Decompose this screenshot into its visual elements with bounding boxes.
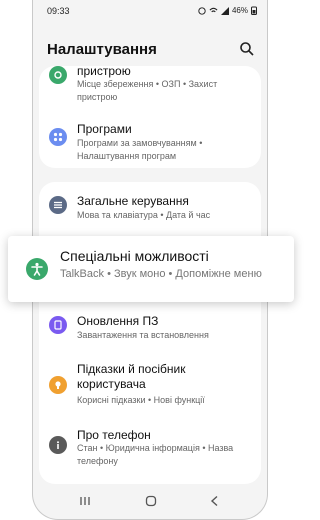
- tips-label: Підказки й посібник користувача: [77, 362, 186, 391]
- search-icon[interactable]: [239, 41, 255, 57]
- accessibility-item[interactable]: Спеціальні можливості TalkBack • Звук мо…: [8, 236, 294, 302]
- tips-item[interactable]: Підказки й посібник користувача Корисні …: [39, 362, 261, 416]
- page-title: Налаштування: [47, 41, 157, 58]
- update-label: Оновлення ПЗ: [77, 314, 159, 328]
- page-header: Налаштування: [47, 41, 255, 61]
- battery-icon: [251, 6, 257, 15]
- status-bar: 09:33 46%: [33, 0, 267, 22]
- device-care-sub: Місце збереження • ОЗП • Захист пристрою: [77, 79, 218, 102]
- navigation-bar: [33, 489, 267, 519]
- about-item[interactable]: Про телефон Стан • Юридична інформація •…: [39, 422, 261, 478]
- apps-icon: [49, 128, 67, 146]
- apps-item[interactable]: Програми Програми за замовчуванням • Нал…: [39, 118, 261, 166]
- alarm-icon: [198, 6, 206, 15]
- apps-label: Програми: [77, 122, 132, 136]
- back-icon[interactable]: [209, 495, 221, 507]
- home-icon[interactable]: [145, 495, 157, 507]
- apps-sub: Програми за замовчуванням • Налаштування…: [77, 138, 203, 161]
- recent-apps-icon[interactable]: [79, 495, 91, 507]
- status-time: 09:33: [47, 6, 70, 16]
- device-care-item[interactable]: пристрою Місце збереження • ОЗП • Захист…: [39, 64, 261, 110]
- device-care-label: пристрою: [77, 64, 131, 78]
- accessibility-icon: [26, 258, 48, 280]
- info-icon: [49, 436, 67, 454]
- general-sub: Мова та клавіатура • Дата й час: [77, 210, 211, 220]
- lightbulb-icon: [49, 376, 67, 394]
- tips-sub: Корисні підказки • Нові функції: [77, 395, 205, 405]
- battery-percent: 46%: [231, 6, 248, 15]
- status-icons: 46%: [198, 6, 257, 15]
- update-icon: [49, 316, 67, 334]
- sliders-icon: [49, 196, 67, 214]
- device-care-icon: [49, 66, 67, 84]
- general-item[interactable]: Загальне керування Мова та клавіатура • …: [39, 182, 261, 230]
- accessibility-sub: TalkBack • Звук моно • Допоміжне меню: [60, 268, 262, 280]
- settings-card-1: пристрою Місце збереження • ОЗП • Захист…: [39, 64, 261, 168]
- general-label: Загальне керування: [77, 194, 189, 208]
- about-sub: Стан • Юридична інформація • Назва телеф…: [77, 443, 234, 466]
- update-sub: Завантаження та встановлення: [77, 330, 209, 340]
- accessibility-label: Спеціальні можливості: [60, 248, 209, 264]
- update-item[interactable]: Оновлення ПЗ Завантаження та встановленн…: [39, 304, 261, 348]
- signal-icon: [220, 6, 229, 15]
- settings-card-2: Загальне керування Мова та клавіатура • …: [39, 182, 261, 484]
- about-label: Про телефон: [77, 428, 151, 442]
- wifi-icon: [209, 7, 218, 12]
